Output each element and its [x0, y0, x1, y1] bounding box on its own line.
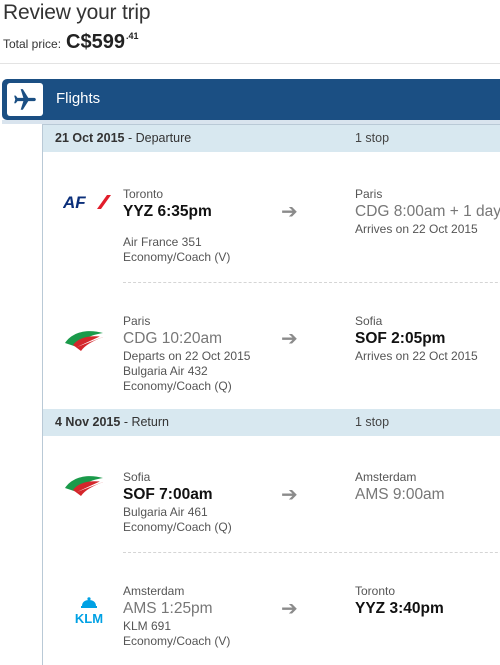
departure-city: Sofia: [123, 470, 151, 484]
arrival-time: CDG 8:00am + 1 day: [355, 203, 500, 220]
arrow-right-icon: ➔: [281, 201, 298, 223]
divider: [0, 63, 500, 64]
arrival-note: Arrives on 22 Oct 2015: [355, 222, 478, 236]
return-date: 4 Nov 2015: [55, 415, 121, 429]
departure-type: - Departure: [127, 131, 192, 145]
bulgaria-air-logo: [63, 327, 105, 358]
flight-number: KLM 691: [123, 619, 172, 633]
total-price-label: Total price:: [3, 37, 62, 51]
departure-time: SOF 7:00am: [123, 486, 213, 503]
arrival-city: Paris: [355, 187, 383, 201]
departure-header: 21 Oct 2015 - Departure 1 stop: [43, 125, 500, 152]
return-type: - Return: [123, 415, 169, 429]
flights-section-label: Flights: [56, 90, 101, 107]
arrow-right-icon: ➔: [281, 328, 298, 350]
cabin-class: Economy/Coach (Q): [123, 520, 232, 534]
arrival-city: Amsterdam: [355, 470, 417, 484]
arrow-right-icon: ➔: [281, 598, 298, 620]
total-price-cents: .41: [125, 31, 139, 41]
arrival-city: Toronto: [355, 584, 396, 598]
arrow-right-icon: ➔: [281, 484, 298, 506]
itinerary-panel: 21 Oct 2015 - Departure 1 stop AF Toront…: [42, 124, 500, 665]
departure-time: CDG 10:20am: [123, 330, 223, 347]
departure-city: Amsterdam: [123, 584, 185, 598]
airplane-icon: [7, 83, 43, 116]
arrival-time: SOF 2:05pm: [355, 330, 446, 347]
departure-time: AMS 1:25pm: [123, 600, 213, 617]
flight-number: Bulgaria Air 461: [123, 505, 208, 519]
cabin-class: Economy/Coach (V): [123, 634, 231, 648]
total-price-amount: C$599: [66, 31, 125, 53]
cabin-class: Economy/Coach (V): [123, 250, 231, 264]
departure-city: Paris: [123, 314, 151, 328]
flight-number: Air France 351: [123, 235, 202, 249]
departure-city: Toronto: [123, 187, 164, 201]
klm-logo: KLM: [69, 597, 109, 630]
leg-divider: [123, 552, 500, 553]
departure-note: Departs on 22 Oct 2015: [123, 349, 251, 363]
leg-divider: [123, 282, 500, 283]
arrival-time: YYZ 3:40pm: [355, 600, 444, 617]
departure-stops: 1 stop: [355, 131, 390, 145]
svg-text:AF: AF: [63, 194, 86, 210]
page-title: Review your trip: [3, 1, 151, 24]
arrival-time: AMS 9:00am: [355, 486, 445, 503]
cabin-class: Economy/Coach (Q): [123, 379, 232, 393]
air-france-logo: AF: [62, 193, 113, 215]
flight-number: Bulgaria Air 432: [123, 364, 208, 378]
klm-logo-text: KLM: [75, 611, 103, 625]
arrival-city: Sofia: [355, 314, 383, 328]
bulgaria-air-logo: [63, 472, 105, 503]
total-price: Total price: C$599 .41: [3, 31, 138, 54]
departure-time: YYZ 6:35pm: [123, 203, 212, 220]
arrival-note: Arrives on 22 Oct 2015: [355, 349, 478, 363]
return-stops: 1 stop: [355, 415, 390, 429]
departure-date: 21 Oct 2015: [55, 131, 125, 145]
flights-section-header[interactable]: Flights: [2, 79, 500, 120]
return-header: 4 Nov 2015 - Return 1 stop: [43, 409, 500, 436]
